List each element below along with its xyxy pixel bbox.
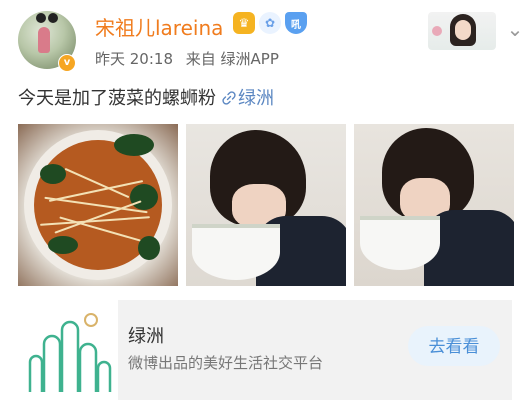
photo-drinking-soup-1[interactable] <box>186 124 346 286</box>
photo-grid <box>18 124 514 286</box>
spinach-leaf <box>40 164 66 184</box>
oasis-app-card[interactable]: 绿洲 微博出品的美好生活社交平台 去看看 <box>18 300 512 400</box>
post-time: 昨天 20:18 <box>95 50 173 68</box>
user-badges: ♛ ✿ 吼 <box>233 12 307 34</box>
oasis-logo <box>18 300 118 400</box>
spinach-leaf <box>138 236 160 260</box>
spinach-leaf <box>48 236 78 254</box>
link-icon <box>222 91 236 105</box>
go-see-button[interactable]: 去看看 <box>408 326 500 366</box>
photo-noodle-bowl[interactable] <box>18 124 178 286</box>
shield-badge-icon[interactable]: 吼 <box>285 12 307 34</box>
oasis-topic-link[interactable]: 绿洲 <box>222 88 274 109</box>
verified-badge-icon: v <box>58 54 76 72</box>
soup-bowl <box>192 224 280 280</box>
chevron-down-icon[interactable]: ⌄ <box>504 18 526 40</box>
card-subtitle: 微博出品的美好生活社交平台 <box>128 354 324 372</box>
spinach-leaf <box>114 134 154 156</box>
crown-badge-icon[interactable]: ♛ <box>233 12 255 34</box>
card-title: 绿洲 <box>128 326 164 347</box>
profile-decoration-image <box>428 12 496 50</box>
username[interactable]: 宋祖儿lareina <box>95 12 223 41</box>
post-text: 今天是加了菠菜的螺蛳粉 绿洲 <box>18 84 274 110</box>
post-header: v 宋祖儿lareina ♛ ✿ 吼 昨天 20:18 来自 绿洲APP ⌄ <box>18 6 523 72</box>
link-label[interactable]: 绿洲 <box>238 88 274 109</box>
flower-decoration <box>432 26 442 36</box>
photo-drinking-soup-2[interactable] <box>354 124 514 286</box>
portrait-face <box>455 20 471 40</box>
mouse-ears-decoration <box>36 13 58 25</box>
post-source[interactable]: 来自 绿洲APP <box>186 50 279 68</box>
bunny-badge-icon[interactable]: ✿ <box>259 12 281 34</box>
avatar-figure <box>38 27 50 53</box>
spinach-leaf <box>130 184 158 210</box>
soup-bowl <box>360 216 440 270</box>
post-meta: 昨天 20:18 来自 绿洲APP <box>95 48 287 69</box>
post-body: 今天是加了菠菜的螺蛳粉 <box>18 88 216 109</box>
oasis-logo-icon <box>28 313 112 392</box>
